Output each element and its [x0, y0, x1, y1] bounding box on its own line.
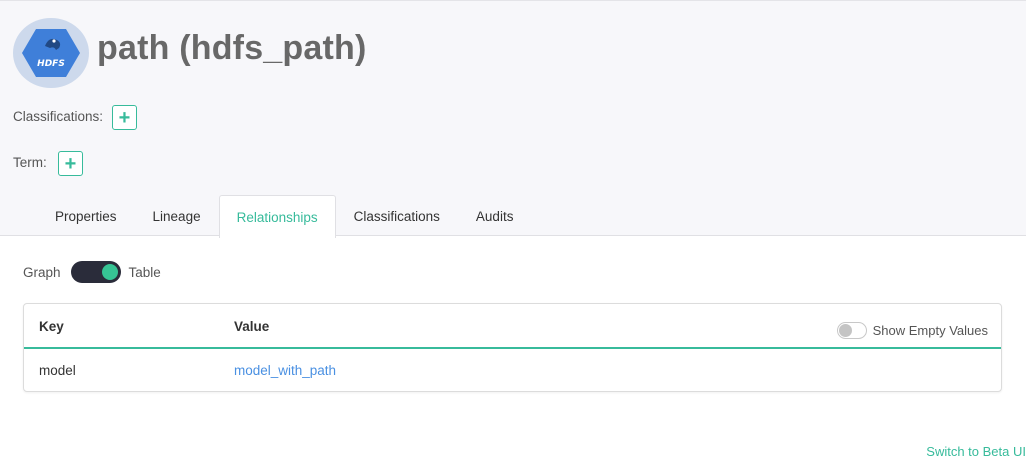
plus-icon: +: [64, 152, 77, 175]
detail-tabs: Properties Lineage Relationships Classif…: [37, 195, 532, 238]
tab-classifications[interactable]: Classifications: [336, 195, 458, 237]
table-header: Key Value Show Empty Values: [24, 304, 1001, 349]
switch-knob: [838, 324, 852, 337]
add-term-button[interactable]: +: [58, 151, 83, 176]
tab-audits[interactable]: Audits: [458, 195, 532, 237]
switch-to-beta-link[interactable]: Switch to Beta UI: [926, 444, 1026, 459]
hdfs-icon: HDFS: [13, 18, 89, 88]
classifications-label: Classifications:: [13, 109, 104, 124]
relationships-table: Key Value Show Empty Values model model_…: [23, 303, 1002, 392]
add-classification-button[interactable]: +: [112, 105, 137, 130]
tab-relationships[interactable]: Relationships: [218, 195, 336, 238]
view-switch[interactable]: [70, 261, 121, 283]
row-key: model: [39, 363, 76, 378]
column-header-key: Key: [39, 319, 64, 334]
show-empty-switch[interactable]: [836, 322, 867, 339]
tab-lineage[interactable]: Lineage: [135, 195, 219, 237]
row-value-link[interactable]: model_with_path: [234, 363, 336, 378]
show-empty-label: Show Empty Values: [872, 323, 988, 338]
svg-text:HDFS: HDFS: [37, 59, 65, 69]
graph-label: Graph: [23, 264, 61, 280]
switch-knob: [101, 264, 118, 280]
plus-icon: +: [118, 106, 131, 129]
hdfs-hexagon-icon: HDFS: [22, 29, 80, 77]
tab-properties[interactable]: Properties: [37, 195, 135, 237]
page-title: path (hdfs_path): [97, 29, 367, 67]
table-label: Table: [128, 264, 161, 280]
show-empty-values-toggle[interactable]: Show Empty Values: [836, 322, 988, 339]
entity-header: HDFS path (hdfs_path) Classifications: +…: [0, 0, 1026, 238]
graph-table-toggle: Graph Table: [23, 261, 161, 283]
column-header-value: Value: [234, 319, 270, 334]
term-label: Term:: [13, 155, 47, 170]
